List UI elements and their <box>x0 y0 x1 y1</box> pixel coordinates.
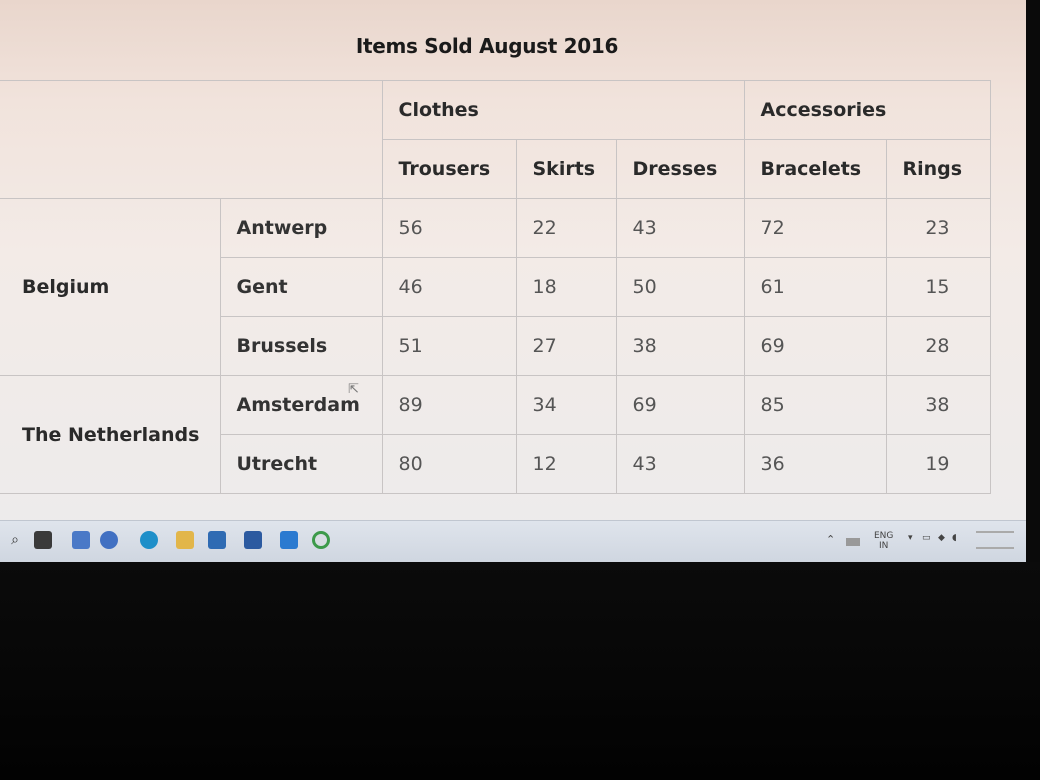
value-cell: 27 <box>515 316 617 376</box>
table-header-row: Clothes Accessories <box>0 80 991 199</box>
column-header-bracelets: Bracelets <box>743 139 887 199</box>
group-header-clothes: Clothes <box>381 80 745 140</box>
volume-icon[interactable]: ◆ <box>938 533 945 543</box>
battery-icon[interactable]: ▭ <box>922 533 931 543</box>
keyboard-icon[interactable] <box>846 538 860 546</box>
value-cell: 18 <box>515 257 617 317</box>
group-header-accessories: Accessories <box>743 80 991 140</box>
value-cell: 69 <box>743 316 887 376</box>
clock[interactable] <box>976 531 1014 549</box>
mouse-cursor-icon: ⇱ <box>348 382 359 397</box>
value-cell: 43 <box>615 434 745 494</box>
value-cell: 61 <box>743 257 887 317</box>
search-icon[interactable]: ⌕ <box>6 531 24 549</box>
column-header-rings: Rings <box>885 139 991 199</box>
value-cell: 89 <box>381 375 517 435</box>
store-icon[interactable] <box>208 531 226 549</box>
vscode-icon[interactable] <box>280 531 298 549</box>
country-cell-netherlands: The Netherlands <box>0 375 221 494</box>
city-cell: Antwerp <box>219 198 383 258</box>
chrome-icon[interactable] <box>312 531 330 549</box>
taskbar: ⌕ ⌃ ENG IN ▾ ▭ ◆ ◖ <box>0 520 1030 562</box>
value-cell: 56 <box>381 198 517 258</box>
notification-icon[interactable]: ◖ <box>952 533 957 543</box>
value-cell: 72 <box>743 198 887 258</box>
table-row: The Netherlands Amsterdam 89 34 69 85 38 <box>0 375 991 494</box>
value-cell: 12 <box>515 434 617 494</box>
value-cell: 15 <box>885 257 991 317</box>
chevron-up-icon[interactable]: ⌃ <box>826 533 835 546</box>
value-cell: 50 <box>615 257 745 317</box>
file-explorer-icon[interactable] <box>72 531 90 549</box>
region-label: IN <box>879 541 889 551</box>
column-header-trousers: Trousers <box>381 139 517 199</box>
monitor-bezel <box>1026 0 1040 562</box>
value-cell: 23 <box>885 198 991 258</box>
value-cell: 38 <box>885 375 991 435</box>
empty-corner-cell <box>0 80 383 199</box>
value-cell: 43 <box>615 198 745 258</box>
city-cell: Brussels <box>219 316 383 376</box>
table-row: Belgium Antwerp 56 22 43 72 23 <box>0 198 991 376</box>
monitor-bottom-area <box>0 562 1040 780</box>
edge-icon[interactable] <box>140 531 158 549</box>
value-cell: 85 <box>743 375 887 435</box>
value-cell: 34 <box>515 375 617 435</box>
value-cell: 80 <box>381 434 517 494</box>
column-header-dresses: Dresses <box>615 139 745 199</box>
value-cell: 69 <box>615 375 745 435</box>
task-view-icon[interactable] <box>34 531 52 549</box>
column-header-skirts: Skirts <box>515 139 617 199</box>
sales-table: Clothes Accessories Trousers Skirts Dres… <box>0 80 991 494</box>
value-cell: 46 <box>381 257 517 317</box>
mail-icon[interactable] <box>244 531 262 549</box>
country-cell-belgium: Belgium <box>0 198 221 376</box>
city-cell: Gent <box>219 257 383 317</box>
value-cell: 28 <box>885 316 991 376</box>
language-label: ENG <box>874 531 894 541</box>
language-indicator[interactable]: ENG IN <box>874 531 893 551</box>
cortana-icon[interactable] <box>100 531 118 549</box>
table-title: Items Sold August 2016 <box>355 34 619 58</box>
value-cell: 19 <box>885 434 991 494</box>
screen: Items Sold August 2016 Clothes Accessori… <box>0 0 1030 562</box>
city-cell: Utrecht <box>219 434 383 494</box>
wifi-icon[interactable]: ▾ <box>908 533 913 543</box>
value-cell: 38 <box>615 316 745 376</box>
value-cell: 36 <box>743 434 887 494</box>
folder-icon[interactable] <box>176 531 194 549</box>
value-cell: 22 <box>515 198 617 258</box>
value-cell: 51 <box>381 316 517 376</box>
